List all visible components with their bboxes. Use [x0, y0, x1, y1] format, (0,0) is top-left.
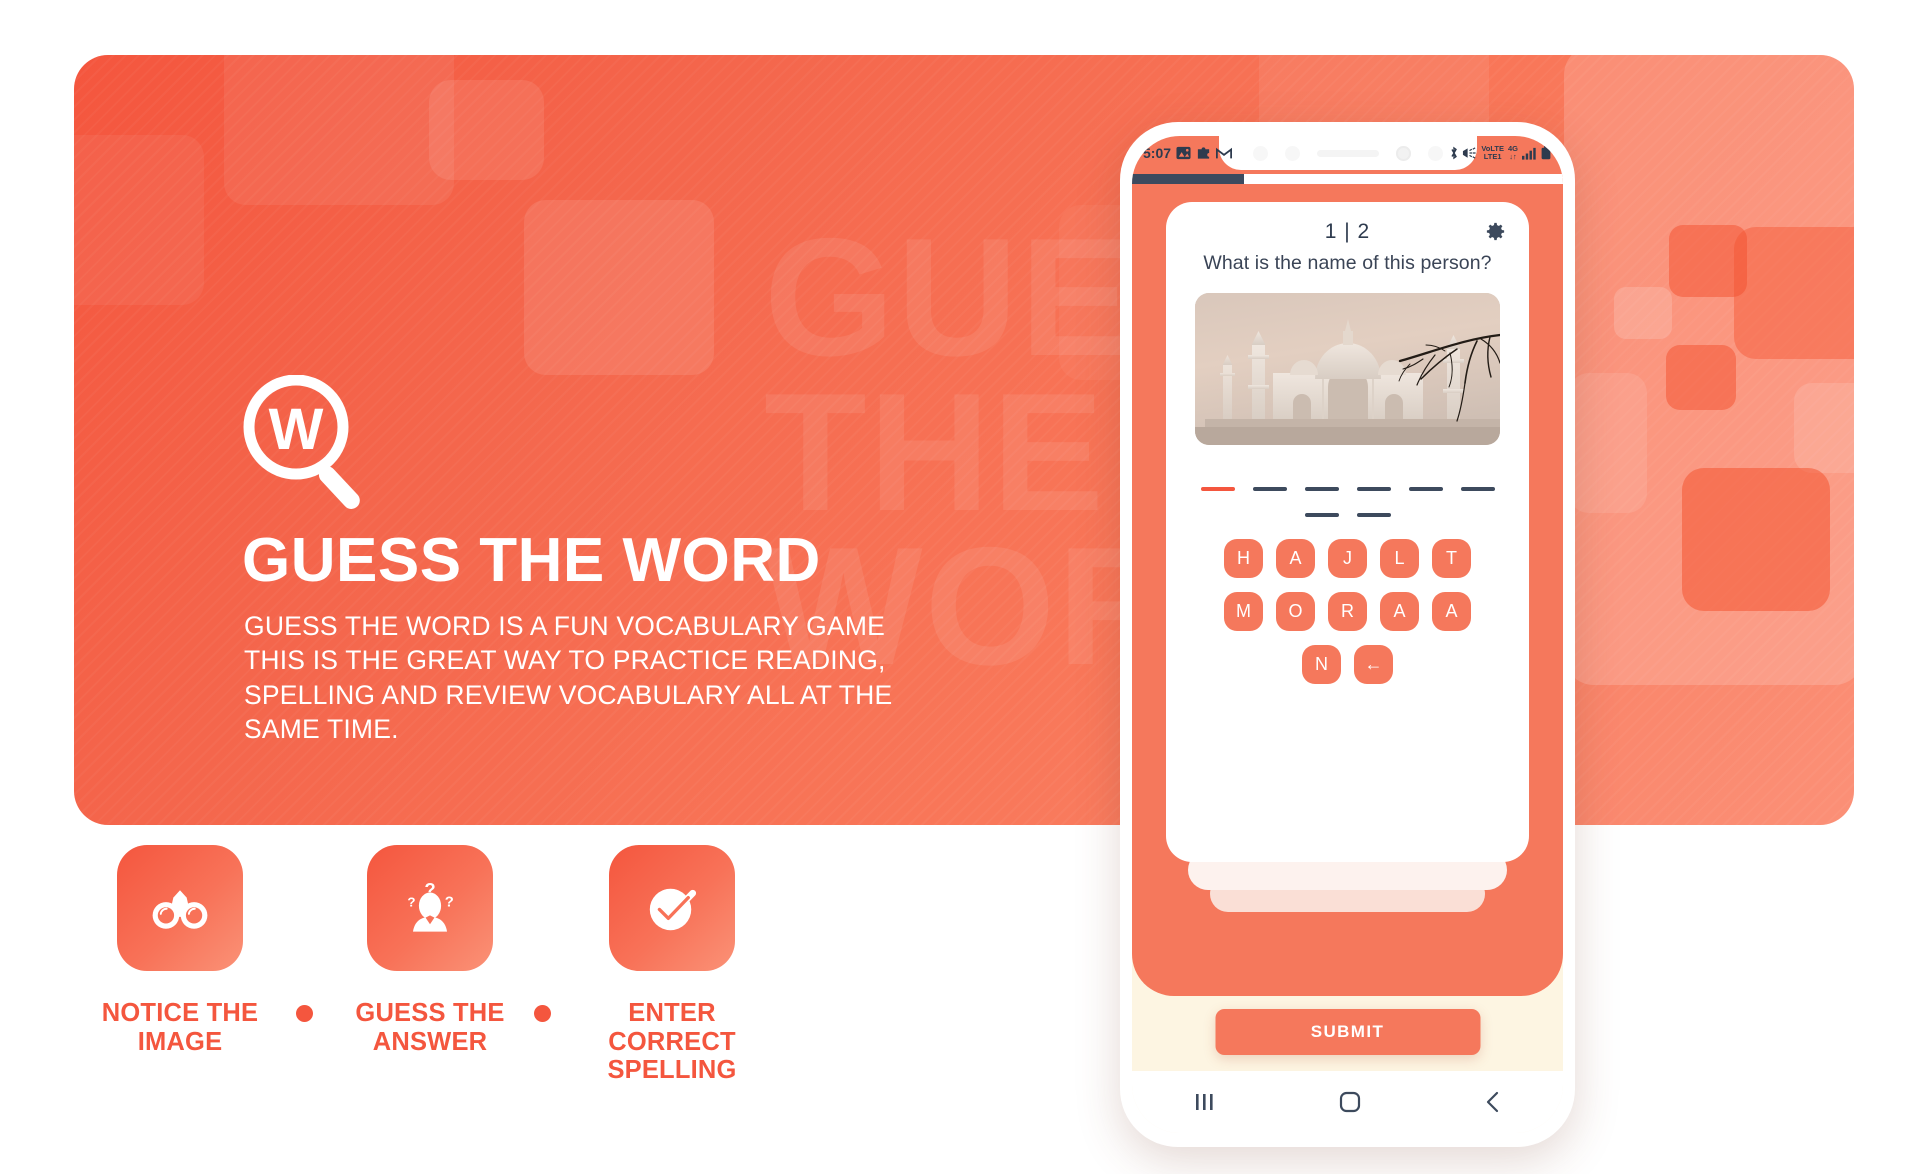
answer-blank-row	[1166, 487, 1529, 491]
letter-keyboard: H A J L T M O R A A N ←	[1166, 539, 1529, 684]
answer-blank[interactable]	[1408, 487, 1443, 491]
status-time: 5:07	[1143, 145, 1172, 161]
card-header: 1 | 2	[1166, 202, 1529, 256]
letter-key-row: H A J L T	[1166, 539, 1529, 578]
svg-text:?: ?	[424, 879, 435, 900]
status-bar-right: VoLTE LTE1 4G ↓↑	[1450, 145, 1563, 161]
backspace-key-icon[interactable]: ←	[1354, 645, 1393, 684]
deco-square	[74, 135, 204, 305]
question-card: 1 | 2 What is the name of this person? H…	[1166, 202, 1529, 862]
answer-blanks	[1166, 487, 1529, 517]
letter-key[interactable]: A	[1432, 592, 1471, 631]
answer-blank[interactable]	[1252, 487, 1287, 491]
volte-indicator: VoLTE LTE1	[1481, 144, 1504, 161]
status-bar-left: 5:07	[1132, 145, 1233, 161]
deco-square	[1734, 227, 1854, 359]
recents-icon[interactable]	[1194, 1092, 1216, 1112]
photo-icon	[1176, 146, 1191, 160]
feature-label: GUESS THE ANSWER	[355, 999, 505, 1056]
feature-separator-dot	[534, 1005, 551, 1022]
status-bar: 5:07 VoLTE LTE1 4G ↓↑	[1132, 136, 1563, 170]
answer-blank[interactable]	[1460, 487, 1495, 491]
deco-square	[429, 80, 544, 180]
letter-key[interactable]: A	[1276, 539, 1315, 578]
letter-key[interactable]: N	[1302, 645, 1341, 684]
letter-key[interactable]: H	[1224, 539, 1263, 578]
svg-text:?: ?	[407, 895, 415, 910]
back-icon[interactable]	[1485, 1091, 1501, 1113]
answer-blank[interactable]	[1304, 487, 1339, 491]
answer-blank[interactable]	[1200, 487, 1235, 491]
bluetooth-icon	[1451, 146, 1458, 160]
progress-bar	[1132, 174, 1563, 184]
letter-key[interactable]: L	[1380, 539, 1419, 578]
android-navigation-bar	[1132, 1071, 1563, 1133]
letter-key[interactable]: M	[1224, 592, 1263, 631]
svg-text:W: W	[269, 397, 324, 462]
progress-bar-fill	[1132, 174, 1245, 184]
answer-blank[interactable]	[1304, 513, 1339, 517]
answer-blank-row	[1166, 513, 1529, 517]
binoculars-icon	[117, 845, 243, 971]
deco-square	[1682, 468, 1830, 611]
thinking-person-icon: ? ? ?	[367, 845, 493, 971]
phone-screen: 5:07 VoLTE LTE1 4G ↓↑ 1 | 2 What is the …	[1132, 136, 1563, 1133]
question-image	[1195, 293, 1500, 445]
question-counter: 1 | 2	[1324, 220, 1371, 243]
feature-item-guess-answer: ? ? ? GUESS THE ANSWER	[350, 845, 510, 1056]
feature-list: NOTICE THE IMAGE ? ? ? GUESS THE ANSWER	[100, 845, 980, 1105]
feature-item-enter-spelling: ENTER CORRECT SPELLING	[592, 845, 752, 1085]
deco-square	[524, 200, 714, 375]
answer-blank[interactable]	[1356, 487, 1391, 491]
letter-key[interactable]: A	[1380, 592, 1419, 631]
app-logo: W	[239, 374, 379, 515]
gear-icon[interactable]	[1484, 220, 1507, 243]
gmail-icon	[1216, 147, 1233, 158]
feature-item-notice-image: NOTICE THE IMAGE	[100, 845, 260, 1056]
letter-key[interactable]: O	[1276, 592, 1315, 631]
deco-square	[224, 55, 454, 205]
hero-panel: GUE THE WOR W GUESS THE WORD GUESS THE W…	[74, 55, 1854, 825]
feature-label: NOTICE THE IMAGE	[101, 999, 259, 1056]
letter-key[interactable]: R	[1328, 592, 1367, 631]
battery-icon	[1541, 146, 1551, 160]
answer-blank[interactable]	[1356, 513, 1391, 517]
deco-square	[1614, 287, 1672, 339]
submit-button[interactable]: SUBMIT	[1215, 1009, 1480, 1055]
letter-key-row: M O R A A	[1166, 592, 1529, 631]
deco-square	[1794, 383, 1854, 473]
deco-square	[1666, 345, 1736, 410]
check-circle-icon	[609, 845, 735, 971]
phone-mockup: 5:07 VoLTE LTE1 4G ↓↑ 1 | 2 What is the …	[1120, 122, 1575, 1147]
feature-label: ENTER CORRECT SPELLING	[607, 999, 737, 1085]
letter-key[interactable]: J	[1328, 539, 1367, 578]
svg-text:?: ?	[445, 895, 454, 911]
page-description: GUESS THE WORD IS A FUN VOCABULARY GAME …	[244, 611, 893, 745]
letter-key-row: N ←	[1166, 645, 1529, 684]
feature-separator-dot	[296, 1005, 313, 1022]
page-title: GUESS THE WORD	[242, 526, 821, 595]
puzzle-icon	[1197, 147, 1210, 159]
signal-icon	[1522, 147, 1536, 160]
home-icon[interactable]	[1339, 1091, 1361, 1113]
poster-canvas: GUE THE WOR W GUESS THE WORD GUESS THE W…	[0, 0, 1920, 1174]
letter-key[interactable]: T	[1432, 539, 1471, 578]
vibrate-icon	[1463, 147, 1476, 159]
network-indicator: 4G ↓↑	[1507, 144, 1518, 161]
deco-square	[1569, 373, 1647, 513]
